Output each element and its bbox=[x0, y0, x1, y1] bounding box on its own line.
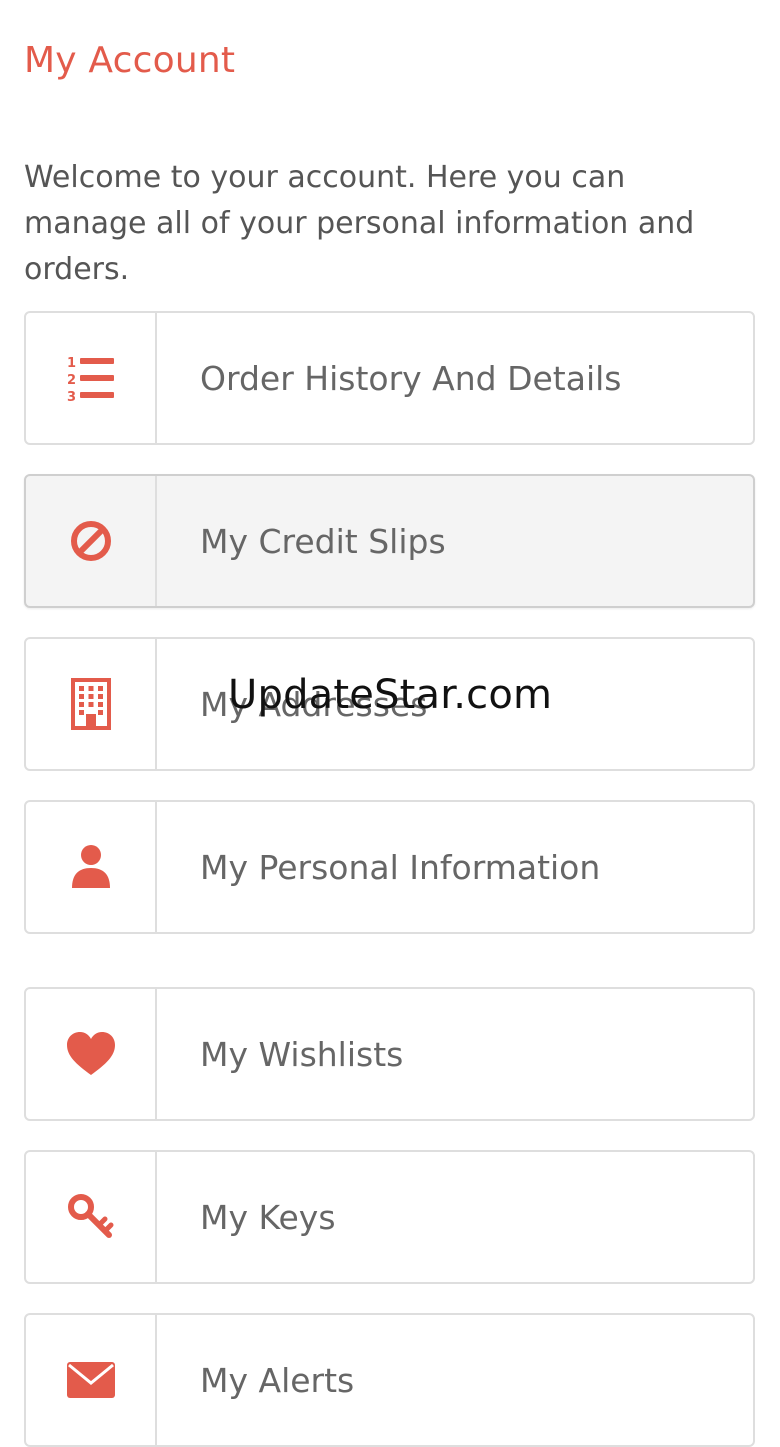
user-icon bbox=[71, 845, 110, 888]
menu-item-label: My Alerts bbox=[200, 1360, 355, 1400]
credit-slips-button[interactable]: My Credit Slips bbox=[24, 474, 755, 608]
heart-icon bbox=[66, 1032, 115, 1075]
icon-cell bbox=[26, 1152, 157, 1282]
icon-cell: 1 2 3 bbox=[26, 313, 157, 443]
icon-cell bbox=[26, 989, 157, 1119]
svg-text:3: 3 bbox=[67, 390, 76, 404]
icon-cell bbox=[26, 639, 157, 769]
svg-text:1: 1 bbox=[67, 356, 76, 371]
wishlists-button[interactable]: My Wishlists bbox=[24, 987, 755, 1121]
key-icon bbox=[67, 1194, 113, 1238]
icon-cell bbox=[26, 802, 157, 932]
envelope-icon bbox=[66, 1362, 115, 1398]
watermark-text: UpdateStar.com bbox=[228, 672, 553, 718]
menu-item-label: Order History And Details bbox=[200, 358, 622, 398]
svg-text:2: 2 bbox=[67, 373, 76, 388]
menu-item-label: My Personal Information bbox=[200, 847, 601, 887]
menu-item-label: My Keys bbox=[200, 1197, 336, 1237]
icon-cell bbox=[26, 1315, 157, 1445]
building-icon bbox=[70, 678, 111, 730]
numbered-list-icon: 1 2 3 bbox=[67, 356, 114, 404]
order-history-button[interactable]: 1 2 3 Order History And Details bbox=[24, 311, 755, 445]
keys-button[interactable]: My Keys bbox=[24, 1150, 755, 1284]
alerts-button[interactable]: My Alerts bbox=[24, 1313, 755, 1447]
personal-information-button[interactable]: My Personal Information bbox=[24, 800, 755, 934]
ban-icon bbox=[70, 521, 111, 561]
menu-item-label: My Credit Slips bbox=[200, 521, 446, 561]
menu-item-label: My Wishlists bbox=[200, 1034, 404, 1074]
icon-cell bbox=[26, 476, 157, 606]
